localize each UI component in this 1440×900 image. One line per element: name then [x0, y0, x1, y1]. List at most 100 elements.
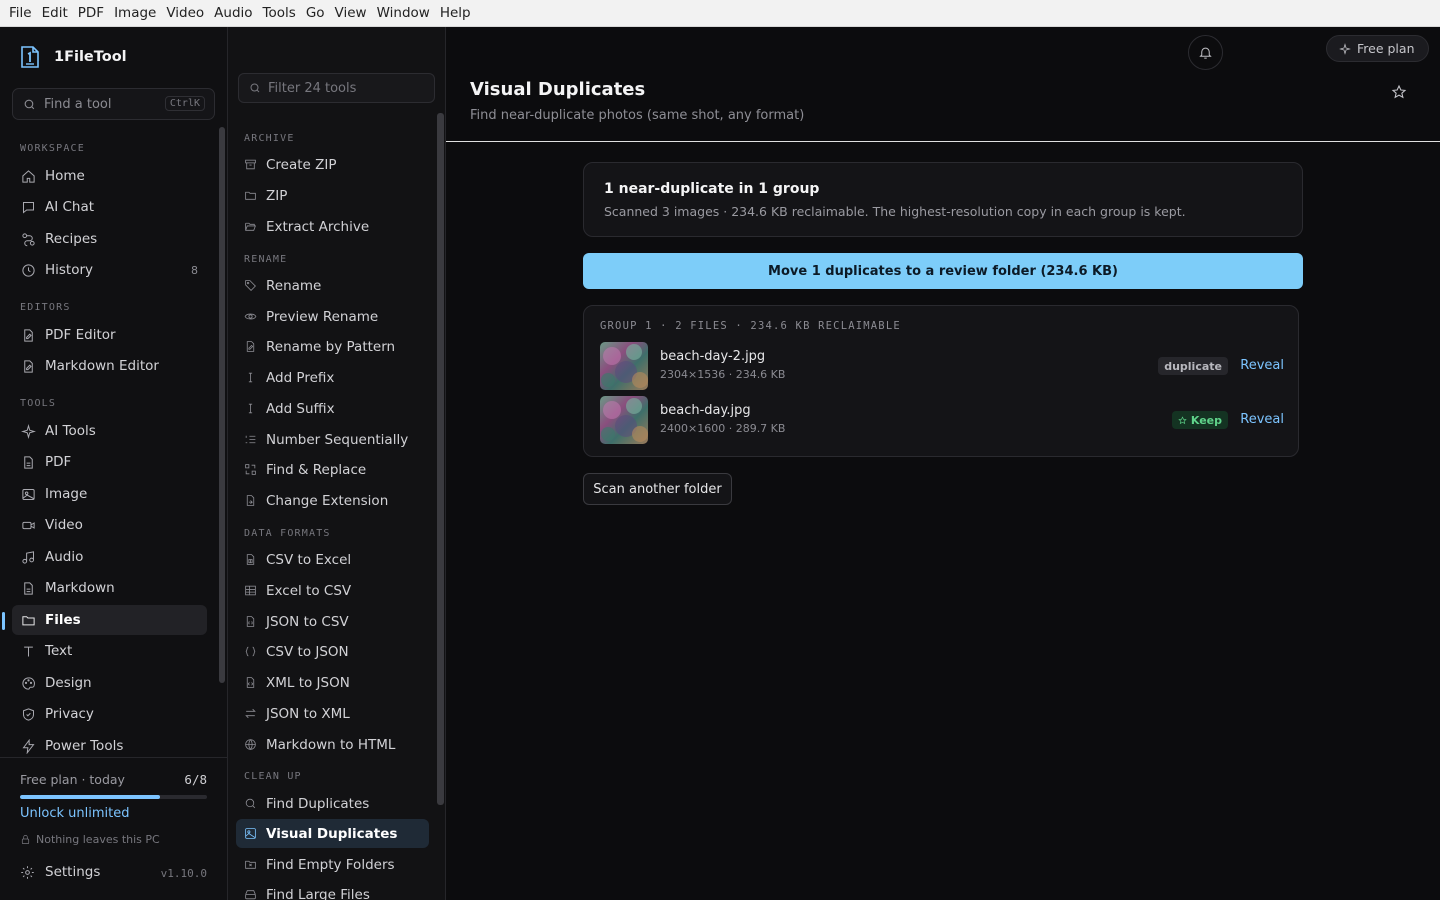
sidebar-item-markdown[interactable]: Markdown	[12, 573, 207, 603]
menu-view[interactable]: View	[330, 0, 372, 27]
tool-label: CSV to JSON	[266, 643, 349, 660]
sidebar-item-history[interactable]: History 8	[12, 255, 207, 285]
tool-rename[interactable]: Rename	[236, 271, 429, 300]
sidebar-item-privacy[interactable]: Privacy	[12, 699, 207, 729]
page-title: Visual Duplicates	[470, 79, 646, 100]
sidebar-item-video[interactable]: Video	[12, 510, 207, 540]
tool-find-empty-folders[interactable]: Find Empty Folders	[236, 850, 429, 879]
group-header: GROUP 1 · 2 FILES · 234.6 KB RECLAIMABLE	[600, 320, 901, 332]
menu-audio[interactable]: Audio	[209, 0, 257, 27]
reveal-link[interactable]: Reveal	[1240, 358, 1284, 373]
tool-json-to-csv[interactable]: JSON to CSV	[236, 607, 429, 636]
summary-details: Scanned 3 images · 234.6 KB reclaimable.…	[604, 204, 1186, 219]
duplicate-badge: duplicate	[1158, 357, 1228, 375]
menu-file[interactable]: File	[4, 0, 37, 27]
plan-label: Free plan · today	[20, 772, 125, 787]
menu-window[interactable]: Window	[372, 0, 435, 27]
lock-icon	[21, 835, 30, 844]
active-indicator	[2, 612, 5, 630]
music-icon	[20, 549, 36, 565]
brand[interactable]: 1FileTool	[20, 45, 127, 69]
notifications-button[interactable]	[1188, 35, 1223, 70]
sidebar-item-pdf-editor[interactable]: PDF Editor	[12, 320, 207, 350]
sidebar-item-label: Recipes	[45, 231, 98, 247]
free-plan-button[interactable]: Free plan	[1326, 35, 1429, 62]
tool-label: ZIP	[266, 187, 288, 204]
scan-another-folder-button[interactable]: Scan another folder	[583, 473, 732, 505]
file-icon	[20, 580, 36, 596]
favorite-button[interactable]	[1391, 84, 1409, 102]
sidebar-item-label: Audio	[45, 549, 84, 565]
tool-find-duplicates[interactable]: Find Duplicates	[236, 789, 429, 818]
tool-markdown-to-html[interactable]: Markdown to HTML	[236, 730, 429, 759]
unlock-unlimited-link[interactable]: Unlock unlimited	[20, 806, 129, 821]
reveal-link[interactable]: Reveal	[1240, 412, 1284, 427]
hard-drive-icon	[244, 888, 258, 900]
sidebar-item-label: Home	[45, 168, 85, 184]
tool-label: Change Extension	[266, 492, 389, 509]
tool-find-large-files[interactable]: Find Large Files	[236, 880, 429, 900]
tool-zip[interactable]: ZIP	[236, 181, 429, 210]
sidebar-item-files[interactable]: Files	[12, 605, 207, 635]
image-thumbnail[interactable]	[600, 342, 648, 390]
menu-edit[interactable]: Edit	[37, 0, 73, 27]
sidebar-item-image[interactable]: Image	[12, 479, 207, 509]
tool-label: Rename	[266, 277, 322, 294]
tool-visual-duplicates[interactable]: Visual Duplicates	[236, 819, 429, 848]
tool-label: Markdown to HTML	[266, 736, 396, 753]
menu-pdf[interactable]: PDF	[73, 0, 109, 27]
menu-go[interactable]: Go	[301, 0, 330, 27]
privacy-note-text: Nothing leaves this PC	[36, 833, 160, 846]
file-name: beach-day-2.jpg	[660, 349, 766, 364]
tool-xml-to-json[interactable]: XML to JSON	[236, 668, 429, 697]
sidebar-item-text[interactable]: Text	[12, 636, 207, 666]
menu-tools[interactable]: Tools	[258, 0, 301, 27]
sidebar-item-audio[interactable]: Audio	[12, 542, 207, 572]
tool-label: Visual Duplicates	[266, 825, 398, 842]
sidebar-item-design[interactable]: Design	[12, 668, 207, 698]
filter-tools-input[interactable]: Filter 24 tools	[238, 73, 435, 103]
image-thumbnail[interactable]	[600, 396, 648, 444]
eye-icon	[244, 310, 258, 324]
tools-scrollbar[interactable]	[437, 113, 444, 805]
menu-video[interactable]: Video	[161, 0, 209, 27]
tool-json-to-xml[interactable]: JSON to XML	[236, 699, 429, 728]
sidebar-footer: Free plan · today 6/8 Unlock unlimited N…	[0, 757, 227, 900]
keep-badge: Keep	[1171, 411, 1228, 429]
braces-icon	[244, 645, 258, 659]
settings-button[interactable]: Settings	[20, 864, 100, 880]
tool-label: XML to JSON	[266, 674, 350, 691]
tool-rename-by-pattern[interactable]: Rename by Pattern	[236, 332, 429, 361]
menu-help[interactable]: Help	[435, 0, 476, 27]
tool-extract-archive[interactable]: Extract Archive	[236, 212, 429, 241]
tool-label: Create ZIP	[266, 156, 337, 173]
tool-excel-to-csv[interactable]: Excel to CSV	[236, 576, 429, 605]
tool-add-prefix[interactable]: Add Prefix	[236, 363, 429, 392]
tool-label: Add Suffix	[266, 400, 335, 417]
sidebar-item-recipes[interactable]: Recipes	[12, 224, 207, 254]
bell-icon	[1199, 47, 1212, 59]
move-duplicates-button[interactable]: Move 1 duplicates to a review folder (23…	[583, 253, 1303, 289]
sidebar-item-ai-tools[interactable]: AI Tools	[12, 416, 207, 446]
sidebar-item-home[interactable]: Home	[12, 161, 207, 191]
sidebar-scrollbar[interactable]	[219, 127, 225, 683]
tool-preview-rename[interactable]: Preview Rename	[236, 302, 429, 331]
tool-label: Excel to CSV	[266, 582, 352, 599]
filter-tools-placeholder: Filter 24 tools	[268, 80, 357, 96]
folder-open-icon	[244, 220, 258, 234]
tool-number-sequentially[interactable]: Number Sequentially	[236, 425, 429, 454]
sidebar-item-markdown-editor[interactable]: Markdown Editor	[12, 351, 207, 381]
find-tool-input[interactable]: Find a tool CtrlK	[12, 88, 215, 120]
tool-add-suffix[interactable]: Add Suffix	[236, 394, 429, 423]
tool-csv-to-json[interactable]: CSV to JSON	[236, 637, 429, 666]
sidebar-item-ai-chat[interactable]: AI Chat	[12, 192, 207, 222]
tool-create-zip[interactable]: Create ZIP	[236, 150, 429, 179]
tool-csv-to-excel[interactable]: CSV to Excel	[236, 545, 429, 574]
file-code-icon	[244, 676, 258, 690]
tool-find-replace[interactable]: Find & Replace	[236, 455, 429, 484]
sidebar-item-label: Video	[45, 517, 83, 533]
sidebar-item-pdf[interactable]: PDF	[12, 447, 207, 477]
tool-change-extension[interactable]: Change Extension	[236, 486, 429, 515]
privacy-note: Nothing leaves this PC	[20, 833, 160, 846]
menu-image[interactable]: Image	[109, 0, 161, 27]
